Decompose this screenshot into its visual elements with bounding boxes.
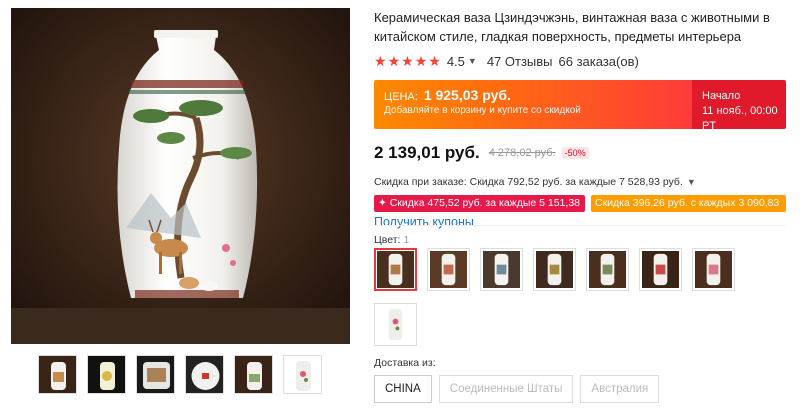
star-half-icon: ★ (428, 52, 441, 69)
section-divider (374, 225, 786, 226)
thumbnail-5[interactable] (234, 355, 273, 394)
thumbnail-2[interactable] (87, 355, 126, 394)
ship-from-australia[interactable]: Австралия (580, 375, 660, 403)
rating-stars[interactable]: ★ ★ ★ ★ ★ (374, 53, 441, 70)
color-swatch-4[interactable] (533, 248, 576, 291)
color-label: Цвет: 1 (374, 234, 409, 246)
discount-badge: -50% (561, 147, 589, 159)
main-product-image[interactable] (11, 8, 350, 344)
discount-tag-2[interactable]: Скидка 396,26 руб. с каждых 3 090,83 руб… (590, 195, 786, 226)
color-swatch-3[interactable] (480, 248, 523, 291)
color-swatch-8[interactable] (374, 303, 417, 346)
color-swatch-1[interactable] (374, 248, 417, 291)
store-discount-line[interactable]: Скидка при заказе: Скидка 792,52 руб. за… (374, 175, 786, 189)
thumbnail-1[interactable] (38, 355, 77, 394)
price-row: 2 139,01 руб. 4 278,02 руб. -50% (374, 142, 786, 164)
store-discount-text: Скидка при заказе: Скидка 792,52 руб. за… (374, 176, 683, 188)
product-title: Керамическая ваза Цзиндэчжэнь, винтажная… (374, 10, 770, 44)
thumbnail-4[interactable] (185, 355, 224, 394)
color-count: 1 (403, 234, 410, 246)
delivery-label: Доставка из: (374, 357, 436, 369)
ship-from-options: CHINA Соединенные Штаты Австралия (374, 375, 660, 403)
color-swatch-7[interactable] (692, 248, 735, 291)
promo-price: 1 925,03 руб. (423, 87, 511, 103)
thumbnail-6[interactable] (283, 355, 322, 394)
promo-banner: ЦЕНА: 1 925,03 руб. Добавляйте в корзину… (374, 80, 786, 129)
promo-subtitle: Добавляйте в корзину и купите со скидкой (384, 105, 581, 116)
star-icon: ★ (414, 52, 428, 69)
promo-start-time: 11 нояб., 00:00 PT (702, 105, 778, 129)
star-icon: ★ (401, 52, 414, 69)
color-swatch-5[interactable] (586, 248, 629, 291)
color-swatch-6[interactable] (639, 248, 682, 291)
promo-price-block: ЦЕНА: 1 925,03 руб. Добавляйте в корзину… (374, 80, 692, 129)
color-label-text: Цвет: (374, 234, 401, 246)
discount-tags: ✦ Скидка 475,52 руб. за каждые 5 151,38 … (374, 195, 786, 226)
chevron-down-icon[interactable]: ▼ (468, 56, 477, 66)
get-coupons-link[interactable]: Получить купоны (374, 215, 474, 232)
current-price: 2 139,01 руб. (374, 143, 480, 162)
promo-price-label: ЦЕНА: (384, 91, 418, 103)
discount-tag-1[interactable]: ✦ Скидка 475,52 руб. за каждые 5 151,38 … (374, 195, 585, 226)
ship-from-china[interactable]: CHINA (374, 375, 432, 403)
thumbnail-strip (38, 355, 322, 394)
thumbnail-3[interactable] (136, 355, 175, 394)
color-swatch-2[interactable] (427, 248, 470, 291)
rating-row: ★ ★ ★ ★ ★ 4.5 ▼ 47 Отзывы 66 заказа(ов) (374, 52, 786, 70)
orders-count: 66 заказа(ов) (558, 53, 639, 69)
rating-value: 4.5 (446, 53, 465, 69)
product-info: Керамическая ваза Цзиндэчжэнь, винтажная… (374, 8, 786, 232)
reviews-count[interactable]: 47 Отзывы (487, 54, 553, 69)
chevron-down-icon[interactable]: ▼ (687, 177, 696, 187)
star-icon: ★ (387, 52, 401, 69)
star-icon: ★ (374, 52, 387, 69)
promo-start-block: Начало 11 нояб., 00:00 PT (692, 80, 786, 129)
original-price: 4 278,02 руб. (488, 147, 556, 159)
ship-from-usa[interactable]: Соединенные Штаты (438, 375, 574, 403)
promo-start-label: Начало (702, 90, 741, 102)
